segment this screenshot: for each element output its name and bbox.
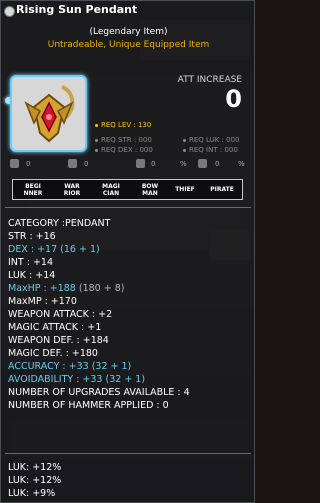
mini-stat-value: %: [238, 160, 245, 168]
mini-stat-value: 0: [26, 160, 31, 168]
stat-luk: LUK : +14: [8, 270, 56, 281]
stat-avoidability: AVOIDABILITY : +33 (32 + 1): [8, 374, 146, 385]
job-magician: MAGI CIAN: [102, 182, 120, 197]
potential-line: LUK: +12%: [8, 462, 62, 473]
stat-weapon-def: WEAPON DEF. : +184: [8, 335, 109, 346]
job-requirements: BEGI NNER WAR RIOR MAGI CIAN BOW MAN THI…: [12, 179, 243, 200]
item-name: Rising Sun Pendant: [16, 3, 138, 16]
stat-upgrades-available: NUMBER OF UPGRADES AVAILABLE : 4: [8, 387, 190, 398]
stat-dex: DEX : +17 (16 + 1): [8, 244, 100, 255]
job-bowman: BOW MAN: [141, 182, 159, 197]
mini-stat-value: 0: [84, 160, 89, 168]
req-str: REQ STR : 000: [95, 135, 153, 145]
item-name-icon: [4, 6, 15, 17]
divider: [5, 453, 251, 454]
job-pirate: PIRATE: [210, 186, 234, 193]
att-increase-label: ATT INCREASE: [177, 75, 242, 85]
stat-maxhp: MaxHP : +188 (180 + 8): [8, 283, 125, 294]
stat-category: CATEGORY :PENDANT: [8, 218, 111, 229]
potential-line: LUK: +9%: [8, 488, 56, 499]
stat-hammer-applied: NUMBER OF HAMMER APPLIED : 0: [8, 400, 169, 411]
job-warrior: WAR RIOR: [63, 182, 81, 197]
stat-maxmp: MaxMP : +170: [8, 296, 77, 307]
gem-icon: [136, 159, 145, 168]
item-mini-stats: 0 0 0 % 0 %: [10, 159, 250, 173]
stat-magic-def: MAGIC DEF. : +180: [8, 348, 98, 359]
stat-accuracy: ACCURACY : +33 (32 + 1): [8, 361, 132, 372]
sword-icon: [10, 159, 19, 168]
item-flags: Untradeable, Unique Equipped Item: [47, 40, 210, 50]
req-stats: REQ STR : 000 REQ DEX : 000 REQ LUK : 00…: [95, 135, 239, 155]
stat-str: STR : +16: [8, 231, 56, 242]
scroll-icon: [198, 159, 207, 168]
potential-line: LUK: +12%: [8, 475, 62, 486]
mini-stat-value: 0: [215, 160, 220, 168]
pendant-icon: [24, 85, 75, 143]
mini-stat-value: 0: [151, 160, 156, 168]
shield-icon: [68, 159, 77, 168]
item-stats: CATEGORY :PENDANT STR : +16 DEX : +17 (1…: [8, 217, 190, 412]
job-thief: THIEF: [175, 186, 195, 193]
stat-int: INT : +14: [8, 257, 53, 268]
mini-stat-value: %: [180, 160, 187, 168]
stat-weapon-attack: WEAPON ATTACK : +2: [8, 309, 113, 320]
job-beginner: BEGI NNER: [23, 182, 43, 197]
potential-stats: LUK: +12% LUK: +12% LUK: +9%: [8, 461, 61, 500]
item-rarity: (Legendary Item): [89, 27, 168, 37]
stat-magic-attack: MAGIC ATTACK : +1: [8, 322, 102, 333]
att-increase-value: 0: [225, 85, 242, 113]
req-level: REQ LEV : 130: [95, 121, 151, 129]
req-luk: REQ LUK : 000: [183, 135, 239, 145]
req-int: REQ INT : 000: [183, 145, 239, 155]
item-tooltip: Rising Sun Pendant (Legendary Item) Untr…: [0, 0, 255, 503]
req-dex: REQ DEX : 000: [95, 145, 153, 155]
divider: [5, 207, 251, 208]
item-image-frame: [10, 75, 87, 152]
